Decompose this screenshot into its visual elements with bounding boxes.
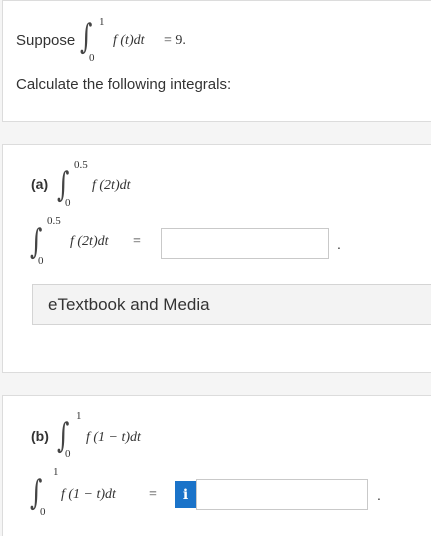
given-value: = 9. — [164, 33, 186, 48]
integral-upper-limit: 0.5 — [47, 215, 61, 227]
part-a-answer-input[interactable] — [161, 228, 329, 259]
integrand: f (1 − t)dt — [61, 487, 116, 502]
period: . — [377, 487, 381, 503]
instruction-text: Calculate the following integrals: — [16, 76, 232, 93]
integrand: f (t)dt — [113, 33, 145, 48]
integral-upper-limit: 0.5 — [74, 159, 88, 171]
equals-sign: = — [149, 487, 157, 502]
integral-lower-limit: 0 — [65, 197, 71, 209]
integrand: f (2t)dt — [92, 178, 131, 193]
suppose-text: Suppose — [16, 32, 76, 49]
part-b-label: (b) — [31, 428, 49, 444]
integral-lower-limit: 0 — [40, 506, 46, 518]
integral-sign: ∫ — [30, 473, 43, 513]
etextbook-media-label: eTextbook and Media — [48, 295, 210, 314]
integral-lower-limit: 0 — [65, 448, 71, 460]
integral-upper-limit: 1 — [99, 16, 105, 28]
equals-sign: = — [133, 234, 141, 249]
period: . — [337, 236, 341, 252]
integral-lower-limit: 0 — [38, 255, 44, 267]
part-b-answer-input[interactable] — [196, 479, 368, 510]
integral-lower-limit: 0 — [89, 52, 95, 64]
part-a-label: (a) — [31, 176, 49, 192]
etextbook-media-button[interactable]: eTextbook and Media — [32, 284, 431, 325]
integral-upper-limit: 1 — [76, 410, 82, 422]
integral-sign: ∫ — [30, 222, 43, 262]
integrand: f (1 − t)dt — [86, 430, 141, 445]
problem-intro-card — [2, 0, 431, 122]
integrand: f (2t)dt — [70, 234, 109, 249]
integral-sign: ∫ — [80, 17, 93, 57]
integral-upper-limit: 1 — [53, 466, 59, 478]
info-icon[interactable]: i — [175, 481, 196, 508]
